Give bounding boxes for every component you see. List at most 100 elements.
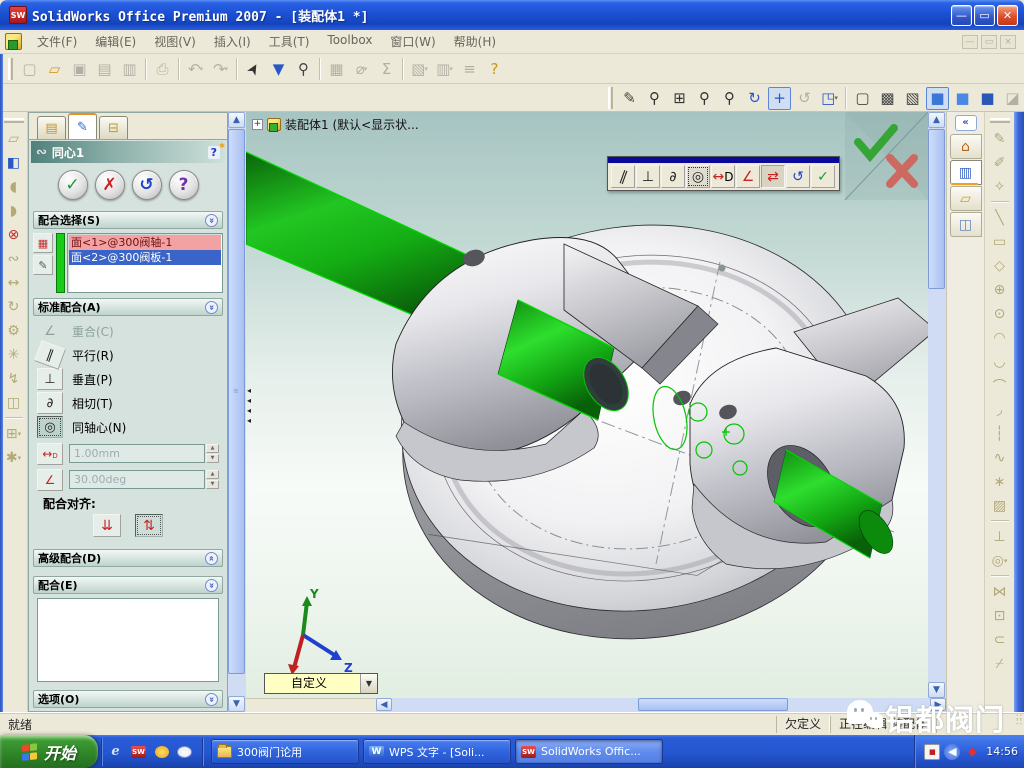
distance-mate-icon[interactable]: ↔D [37, 443, 63, 465]
hidden-lines-removed-button[interactable]: ▧ [901, 87, 924, 110]
restore-button[interactable]: ▭ [974, 5, 995, 26]
tab-view-palette[interactable]: ◫ [950, 212, 982, 237]
point-button[interactable]: ∗ [988, 470, 1012, 493]
confirmation-corner[interactable] [845, 112, 928, 200]
tab-configurationmanager[interactable]: ⊟ [99, 116, 128, 139]
close-button[interactable]: ✕ [997, 5, 1018, 26]
rotate-about-scene-floor-button[interactable]: ↺ [793, 87, 816, 110]
scroll-up-button[interactable]: ▲ [928, 112, 945, 128]
tab-design-library[interactable]: ▥ [950, 160, 982, 185]
edit-component-button[interactable]: ▱ [2, 127, 26, 150]
reference-geometry-button[interactable]: ✱▾ [2, 446, 26, 469]
aligned-button[interactable]: ⇊ [93, 514, 121, 537]
distance-spinner[interactable]: ▲▼ [206, 444, 219, 463]
undo-button[interactable]: ↶▾ [184, 57, 207, 80]
insert-component-button[interactable]: ◧ [2, 151, 26, 174]
scrollbar-thumb[interactable] [928, 129, 945, 289]
solidworks-resources-button[interactable]: ▧▾ [408, 57, 431, 80]
graphics-viewport[interactable]: Y Z X + 装配体1 (默认<显示状... ∥⊥∂◎↔D∠⇄↺✓ ◂◂◂◂ … [246, 112, 928, 698]
collapse-chevron-icon[interactable]: » [205, 579, 218, 592]
reference-geometry-button-dropdown[interactable]: ▾ [18, 454, 22, 462]
rotate-view-button[interactable]: ↻ [743, 87, 766, 110]
quicklaunch-overflow[interactable] [177, 741, 197, 763]
grid-button[interactable]: ▦ [325, 57, 348, 80]
wireframe-button[interactable]: ▢ [851, 87, 874, 110]
make-assembly-button[interactable]: ▥ [118, 57, 141, 80]
ctx-flip-alignment-button[interactable]: ⇄ [761, 165, 785, 188]
mate-button[interactable]: ∾ [2, 247, 26, 270]
scroll-down-button[interactable]: ▼ [228, 696, 245, 712]
tangent-arc-button[interactable]: ◡ [988, 350, 1012, 373]
viewport-horizontal-scrollbar[interactable]: ◀ ▶ [376, 698, 946, 712]
select-tool[interactable]: ➤ [242, 57, 265, 80]
smart-fasteners-button[interactable]: ⚙ [2, 319, 26, 342]
status-cell[interactable]: 欠定义 [776, 716, 830, 733]
ctx-tangent-button[interactable]: ∂ [661, 165, 685, 188]
measure-button-dropdown[interactable]: ▾ [364, 65, 368, 73]
mate-selection-filter-button[interactable]: ✎ [33, 255, 53, 275]
offset-entities-button[interactable]: ⊂ [988, 628, 1012, 651]
mates-list-box[interactable] [37, 598, 219, 682]
concentric-mate[interactable]: ◎同轴心(N) [37, 415, 219, 439]
tray-security-icon[interactable]: ◆ [964, 744, 980, 760]
display-relations-button-dropdown[interactable]: ▾ [1004, 557, 1008, 565]
section-advanced-mates[interactable]: 高级配合(D) » [33, 549, 223, 567]
collapse-chevron-icon[interactable]: » [205, 693, 218, 706]
trim-entities-button[interactable]: ⌿ [988, 652, 1012, 675]
measure-button[interactable]: ⌀▾ [350, 57, 373, 80]
tab-solidworks-resources[interactable]: ⌂ [950, 134, 982, 159]
new-button[interactable]: ▢ [18, 57, 41, 80]
menu-insert[interactable]: 插入(I) [205, 30, 260, 53]
ctx-distance-button[interactable]: ↔D [711, 165, 735, 188]
display-relations-button[interactable]: ◎▾ [988, 549, 1012, 572]
viewport-vertical-scrollbar[interactable]: ▲ ▼ [928, 112, 946, 698]
tree-node-label[interactable]: 装配体1 (默认<显示状... [285, 116, 419, 133]
ctx-parallel-button[interactable]: ∥ [611, 165, 635, 188]
add-relation-button[interactable]: ⊥ [988, 525, 1012, 548]
panel-splitter-arrows[interactable]: ◂◂◂◂ [247, 386, 257, 426]
tab-featuremanager[interactable]: ▤ [37, 116, 66, 139]
zoom-to-selection-button[interactable]: ⚲ [718, 87, 741, 110]
coincident-mate[interactable]: ∠重合(C) [37, 319, 219, 343]
rotate-component-button[interactable]: ↻ [2, 295, 26, 318]
section-mate-selections[interactable]: 配合选择(S) » [33, 211, 223, 229]
scroll-up-button[interactable]: ▲ [228, 112, 245, 128]
selection-filter-button[interactable]: ▼ [267, 57, 290, 80]
scroll-right-button[interactable]: ▶ [930, 698, 946, 711]
menu-tools[interactable]: 工具(T) [260, 30, 319, 53]
tree-expander[interactable]: + [252, 119, 263, 130]
mirror-entities-button[interactable]: ⋈ [988, 580, 1012, 603]
pan-button[interactable]: + [768, 87, 791, 110]
section-standard-mates[interactable]: 标准配合(A) » [33, 298, 223, 316]
toolbar-grip[interactable] [608, 87, 613, 109]
multiple-mate-mode-button[interactable]: ▦ [33, 233, 53, 253]
menu-toolbox[interactable]: Toolbox [318, 30, 381, 53]
help-button[interactable]: ? [483, 57, 506, 80]
hidden-lines-visible-button[interactable]: ▩ [876, 87, 899, 110]
help-icon[interactable]: ? [208, 146, 220, 159]
standard-views-button-dropdown[interactable]: ▾ [834, 94, 838, 102]
redo-button[interactable]: ↷▾ [209, 57, 232, 80]
task-pane-collapse-button[interactable]: « [955, 115, 977, 131]
redo-button-dropdown[interactable]: ▾ [225, 65, 229, 73]
resize-grip[interactable]: ∷∷ [1008, 716, 1024, 732]
solidworks-resources-button-dropdown[interactable]: ▾ [424, 65, 428, 73]
toolbar-grip[interactable] [8, 58, 13, 80]
selection-item[interactable]: 面<2>@300阀板-1 [69, 250, 221, 265]
smart-dimension-button[interactable]: ✧ [988, 175, 1012, 198]
feature-tree-node[interactable]: + 装配体1 (默认<显示状... [252, 116, 419, 133]
tangent-mate[interactable]: ∂相切(T) [37, 391, 219, 415]
undo-button[interactable]: ↺ [132, 170, 162, 200]
scrollbar-thumb[interactable]: ≡ [228, 129, 245, 674]
minimize-button[interactable]: — [951, 5, 972, 26]
quicklaunch-ie[interactable] [108, 741, 128, 763]
magnified-selection-button[interactable]: ⚲ [292, 57, 315, 80]
selection-item[interactable]: 面<1>@300阀轴-1 [69, 235, 221, 250]
section-options[interactable]: 选项(O) » [33, 690, 223, 708]
line-button[interactable]: ╲ [988, 206, 1012, 229]
toolbar-grip[interactable] [990, 118, 1010, 123]
view-flyout-button[interactable]: ✎ [618, 87, 641, 110]
status-cell[interactable]: 正在编辑 装配体 [830, 716, 936, 733]
ctx-angle-button[interactable]: ∠ [736, 165, 760, 188]
hatch-button[interactable]: ▨ [988, 494, 1012, 517]
